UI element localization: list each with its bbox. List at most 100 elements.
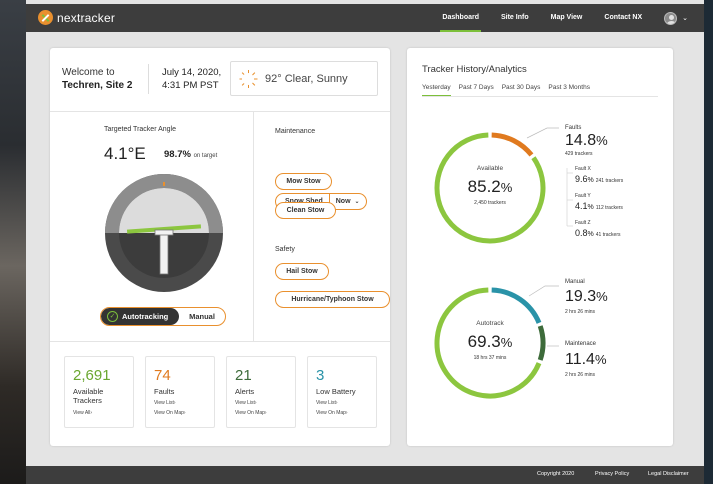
faults-leader-line <box>526 127 559 139</box>
stat-card-available[interactable]: 2,691 Available Trackers View All› <box>64 356 134 428</box>
stats-divider-line <box>50 341 390 342</box>
nav-dashboard[interactable]: Dashboard <box>440 4 481 32</box>
view-on-map-link[interactable]: View On Map› <box>154 410 186 416</box>
stat-label: Available Trackers <box>73 387 103 405</box>
chevron-down-icon: ⌄ <box>354 199 360 205</box>
analytics-donuts <box>434 127 573 399</box>
footer-bar: Copyright 2020 Privacy Policy Legal Disc… <box>26 466 704 484</box>
on-target-value: 98.7% <box>164 149 191 160</box>
avatar-icon[interactable] <box>664 11 678 25</box>
view-on-map-link[interactable]: View On Map› <box>235 410 267 416</box>
section-divider <box>253 111 254 341</box>
fault-x-pct: 9.6 <box>575 174 588 184</box>
sun-icon <box>239 69 257 88</box>
main-nav: Dashboard Site Info Map View Contact NX … <box>420 4 688 32</box>
user-menu[interactable]: ⌄ <box>664 11 688 25</box>
safety-heading: Safety <box>275 246 295 253</box>
tracker-post <box>159 231 169 275</box>
hail-stow-button[interactable]: Hail Stow <box>275 263 329 280</box>
fault-x-value: 9.6% 241 trackers <box>575 174 624 184</box>
analytics-card: Tracker History/Analytics Yesterday Past… <box>407 48 673 446</box>
fault-z-value: 0.8% 41 trackers <box>575 228 621 238</box>
faults-pct: 14.8 <box>565 132 597 149</box>
top-nav-bar: nextracker A Flex Company Dashboard Site… <box>26 4 704 32</box>
privacy-policy-link[interactable]: Privacy Policy <box>595 471 629 477</box>
stat-label: Alerts <box>235 387 255 396</box>
header-divider-line <box>50 111 390 112</box>
view-all-link[interactable]: View All› <box>73 410 92 416</box>
tracker-angle-value: 4.1°E <box>104 144 146 163</box>
tracking-center: Autotrack 69.3% 18 hrs 37 mins <box>455 320 525 361</box>
clean-stow-button[interactable]: Clean Stow <box>275 202 336 219</box>
snow-shed-time-select[interactable]: Now ⌄ <box>330 198 360 205</box>
faults-segment <box>491 132 534 157</box>
stat-value: 3 <box>316 367 325 384</box>
site-control-card: Welcome to Techren, Site 2 July 14, 2020… <box>50 48 390 446</box>
fault-y-pct: 4.1 <box>575 201 588 211</box>
stat-label-line1: Available <box>73 387 104 396</box>
autotracking-option[interactable]: ✓ Autotracking <box>101 308 179 325</box>
maintenance-segment <box>537 325 546 361</box>
fault-z-sub: 41 trackers <box>595 232 621 238</box>
maintenance-value: 11.4% <box>565 351 607 368</box>
weather-text: 92° Clear, Sunny <box>265 72 348 85</box>
manual-segment <box>491 287 542 324</box>
view-list-link[interactable]: View List› <box>154 400 176 406</box>
manual-leader-line <box>528 285 559 297</box>
check-icon: ✓ <box>107 311 118 322</box>
availability-center-value: 85.2% <box>467 177 513 196</box>
tracker-head <box>154 229 174 236</box>
tracking-mode-toggle: ✓ Autotracking Manual <box>100 307 226 326</box>
fault-x-label: Fault X <box>575 166 591 172</box>
autotracking-label: Autotracking <box>122 312 169 321</box>
tracking-pct: 69.3 <box>467 332 501 351</box>
availability-center-label: Available <box>476 165 504 172</box>
view-list-link[interactable]: View List› <box>235 400 257 406</box>
stat-card-low-battery[interactable]: 3 Low Battery View List› View On Map› <box>307 356 377 428</box>
datetime-block: July 14, 2020, 4:31 PM PST <box>162 66 221 92</box>
stat-value: 2,691 <box>73 367 111 384</box>
maintenance-heading: Maintenance <box>275 128 316 135</box>
faults-label: Faults <box>565 125 582 131</box>
view-on-map-link[interactable]: View On Map› <box>316 410 348 416</box>
time-text: 4:31 PM PST <box>162 80 219 91</box>
background-photo-strip <box>0 0 26 484</box>
nav-map-view[interactable]: Map View <box>551 4 583 32</box>
fault-x-sub: 241 trackers <box>595 178 624 184</box>
mow-stow-button[interactable]: Mow Stow <box>275 173 332 190</box>
welcome-label: Welcome to <box>62 67 115 78</box>
stat-card-alerts[interactable]: 21 Alerts View List› View On Map› <box>226 356 296 428</box>
faults-sub: 429 trackers <box>565 151 593 157</box>
hurricane-stow-button[interactable]: Hurricane/Typhoon Stow <box>275 291 390 308</box>
snow-shed-time-value: Now <box>335 198 351 205</box>
maintenance-sub: 2 hrs 26 mins <box>565 372 596 378</box>
maintenance-pct: 11.4 <box>565 351 595 368</box>
header-divider <box>148 64 149 94</box>
weather-widget: 92° Clear, Sunny <box>230 61 378 96</box>
tracker-angle-label: Targeted Tracker Angle <box>104 126 176 133</box>
nav-contact-nx[interactable]: Contact NX <box>604 4 642 32</box>
fault-z-label: Fault Z <box>575 220 591 226</box>
view-list-link[interactable]: View List› <box>316 400 338 406</box>
fault-y-label: Fault Y <box>575 193 591 199</box>
tracking-center-sub: 18 hrs 37 mins <box>473 355 507 361</box>
stat-value: 21 <box>235 367 252 384</box>
site-name: Techren, Site 2 <box>62 80 133 91</box>
tracking-center-value: 69.3% <box>467 332 513 351</box>
stat-card-faults[interactable]: 74 Faults View List› View On Map› <box>145 356 215 428</box>
faults-value: 14.8% <box>565 132 608 149</box>
tracking-center-label: Autotrack <box>476 320 504 327</box>
copyright-text: Copyright 2020 <box>537 471 575 477</box>
manual-value: 19.3% <box>565 288 608 305</box>
chevron-down-icon[interactable]: ⌄ <box>682 14 688 22</box>
stat-label: Low Battery <box>316 387 356 396</box>
maintenance-label: Maintenace <box>565 341 597 347</box>
legal-disclaimer-link[interactable]: Legal Disclaimer <box>648 471 689 477</box>
welcome-block: Welcome to Techren, Site 2 <box>62 66 132 92</box>
background-edge-strip <box>704 0 713 484</box>
tracker-dial <box>105 174 223 292</box>
fault-y-value: 4.1% 112 trackers <box>575 201 623 211</box>
nav-site-info[interactable]: Site Info <box>501 4 529 32</box>
app-window: nextracker A Flex Company Dashboard Site… <box>26 0 704 484</box>
manual-option[interactable]: Manual <box>179 308 225 325</box>
